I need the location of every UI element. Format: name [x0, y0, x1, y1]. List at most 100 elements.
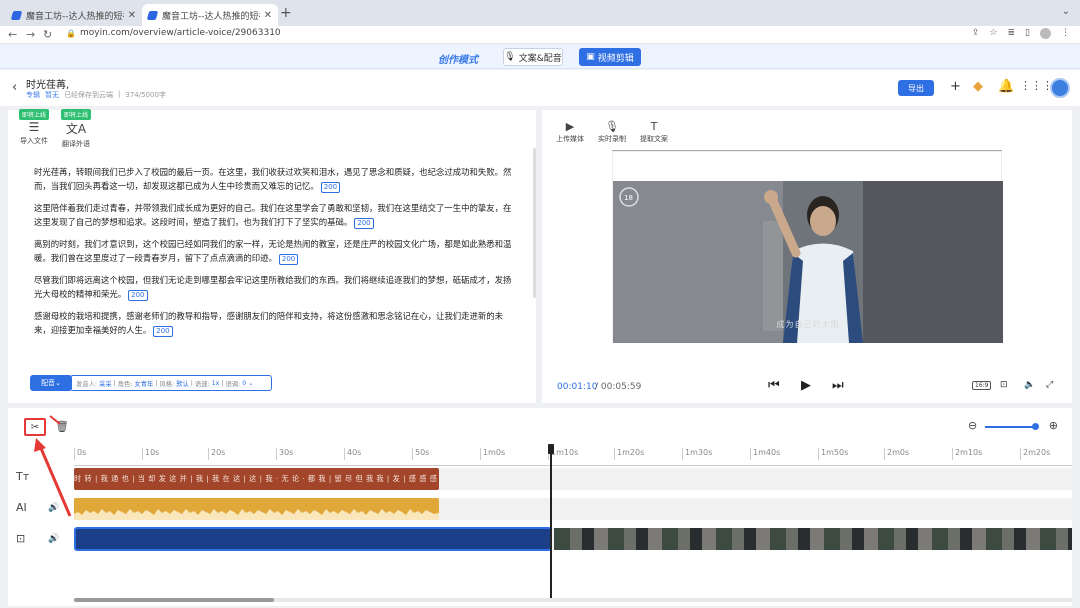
zoom-in-icon[interactable]: ⊕ [1049, 419, 1058, 432]
vip-diamond-icon[interactable]: ◆ [973, 79, 983, 94]
ai-audio-clip[interactable] [74, 498, 439, 520]
close-tab-icon[interactable]: ✕ [128, 10, 136, 21]
menu-dots-icon[interactable]: ⋮ [1061, 28, 1070, 39]
share-icon[interactable]: ⇪ [972, 28, 980, 39]
tool-label: 提取文案 [640, 135, 668, 143]
browser-toolbar: ⇪ ☆ ≣ ▯ ⋮ [972, 28, 1070, 39]
voice-style: 默认 [176, 380, 189, 388]
voice-settings-bar[interactable]: 发音人: 采采 | 角色: 女青年 | 风格: 默认 | 语速: 1x | 语调… [70, 375, 272, 391]
user-avatar[interactable] [1050, 78, 1070, 98]
browser-tab-2[interactable]: 魔音工坊--达人热推的短视频/有 ✕ [142, 4, 278, 26]
video-edit-mode-button[interactable]: ▣ 视频剪辑 [579, 48, 641, 66]
volume-icon[interactable]: 🔊 [48, 534, 59, 544]
dub-button[interactable]: 配音 ⌄ [30, 375, 72, 391]
text-dub-label: 文案&配音 [518, 53, 562, 64]
profile-avatar[interactable] [1040, 28, 1051, 39]
zoom-track[interactable] [985, 426, 1035, 428]
url-input[interactable]: moyin.com/overview/article-voice/2906331… [80, 28, 281, 38]
video-track-icon[interactable]: ⊡ [16, 532, 25, 545]
fullscreen-icon[interactable]: ⤢ [1046, 380, 1053, 390]
video-preview-panel: ▶ 上传媒体 🎙 实时录制 T 提取文案 18 成为自己的太阳 00:01:10… [542, 110, 1072, 403]
apps-grid-icon[interactable]: ⋮⋮⋮ [1020, 79, 1053, 92]
text-dub-mode-button[interactable]: 🎙 文案&配音 [503, 48, 563, 66]
extract-text-tool[interactable]: T 提取文案 [640, 120, 668, 144]
paragraph-text: 感谢母校的栽培和提携，感谢老师们的教导和指导，感谢朋友们的陪伴和支持，将这份感激… [34, 311, 503, 335]
translate-tool[interactable]: 即将上线 文A 翻译外语 [56, 109, 96, 149]
text-track-icon[interactable]: Tт [16, 470, 29, 483]
meta-status[interactable]: 暂无 [45, 90, 59, 100]
skip-forward-icon[interactable]: ⏭ [832, 378, 844, 393]
timeline-panel: ✂ 🗑 ⊖ ⊕ 0s 10s 20s 30s 40s 50s 1m0s 1m10… [8, 408, 1072, 606]
subtitle-toggle-icon[interactable]: ⊡ [1000, 380, 1008, 390]
playhead[interactable] [550, 444, 552, 602]
upload-media-tool[interactable]: ▶ 上传媒体 [556, 120, 584, 144]
delete-trash-icon[interactable]: 🗑 [55, 420, 69, 433]
export-button[interactable]: 导出 [898, 80, 934, 96]
meta-category[interactable]: 专辑 [26, 90, 40, 100]
aspect-ratio-button[interactable]: 16:9 [972, 380, 992, 390]
tool-label: 翻译外语 [62, 140, 90, 148]
video-subtitle: 成为自己的太阳 [776, 320, 840, 329]
paragraph[interactable]: 这里陪伴着我们走过青春，并带领我们成长成为更好的自己。我们在这里学会了勇敢和坚韧… [34, 201, 512, 229]
import-file-tool[interactable]: 即将上线 ☰ 导入文件 [14, 109, 54, 146]
reading-list-icon[interactable]: ≣ [1008, 28, 1016, 39]
text-track[interactable]: 时 转 | 我 通 也 | 当 却 发 这 并 | 我 | 我 在 这 | 这 … [74, 468, 1072, 490]
voice-divider: | [190, 379, 193, 387]
video-track[interactable] [74, 527, 1072, 551]
paragraph-text: 这里陪伴着我们走过青春，并带领我们成长成为更好的自己。我们在这里学会了勇敢和坚韧… [34, 203, 512, 227]
back-icon[interactable]: ← [8, 28, 17, 41]
microphone-icon: 🎙 [504, 52, 516, 62]
upload-media-icon: ▶ [565, 120, 575, 133]
tab-title: 魔音工坊--达人热推的短视频/有 [26, 11, 124, 22]
voice-divider: | [221, 379, 224, 387]
ruler-tick: 40s [344, 448, 361, 460]
tool-label: 实时录制 [598, 135, 626, 143]
mode-bar: 创作模式 🎙 文案&配音 ▣ 视频剪辑 [0, 45, 1080, 69]
aspect-ratio-label: 16:9 [972, 381, 992, 390]
back-chevron-icon[interactable]: ‹ [12, 80, 17, 95]
new-tab-icon[interactable]: + [280, 5, 292, 21]
subtitle-clip[interactable]: 时 转 | 我 通 也 | 当 却 发 这 并 | 我 | 我 在 这 | 这 … [74, 468, 439, 490]
paragraph[interactable]: 尽管我们即将远离这个校园，但我们无论走到哪里都会牢记这里所教给我们的东西。我们将… [34, 273, 512, 301]
bookmark-star-icon[interactable]: ☆ [989, 28, 997, 39]
timeline-zoom-slider[interactable]: ⊖ ⊕ [968, 419, 1058, 434]
current-time: 00:01:10 [557, 382, 598, 392]
tool-label: 上传媒体 [556, 135, 584, 143]
browser-tab-1[interactable]: 魔音工坊--达人热推的短视频/有 ✕ [6, 4, 142, 26]
video-edit-label: 视频剪辑 [597, 53, 634, 64]
reload-icon[interactable]: ↻ [43, 28, 52, 41]
voice-pitch: 0 [242, 379, 247, 387]
dub-label: 配音 [41, 379, 56, 387]
ai-track-icon[interactable]: AI [16, 501, 27, 514]
live-record-tool[interactable]: 🎙 实时录制 [598, 120, 626, 144]
selected-video-clip[interactable] [74, 527, 552, 551]
close-tab-icon[interactable]: ✕ [264, 10, 272, 21]
timeline-scrollbar[interactable] [74, 598, 1072, 602]
ai-audio-track[interactable] [74, 498, 1072, 520]
paragraph[interactable]: 离别的时刻，我们才意识到，这个校园已经如同我们的家一样，无论是热闹的教室，还是庄… [34, 237, 512, 265]
zoom-knob[interactable] [1032, 423, 1039, 430]
skip-back-icon[interactable]: ⏮ [768, 378, 780, 393]
video-thumbnail-strip[interactable] [554, 528, 1072, 550]
tool-label: 导入文件 [20, 137, 48, 145]
paragraph[interactable]: 时光荏苒，转眼间我们已步入了校园的最后一页。在这里，我们收获过欢笑和泪水，遇见了… [34, 165, 512, 193]
sidebar-icon[interactable]: ▯ [1025, 28, 1030, 39]
tab-search-icon[interactable]: ⌄ [1062, 6, 1070, 17]
volume-icon[interactable]: 🔈 [1024, 380, 1035, 390]
play-icon[interactable]: ▶ [801, 378, 811, 393]
bell-icon[interactable]: 🔔 [998, 79, 1014, 94]
paragraph[interactable]: 感谢母校的栽培和提携，感谢老师们的教导和指导，感谢朋友们的陪伴和支持，将这份感激… [34, 309, 512, 337]
voice-divider: | [113, 379, 116, 387]
document-title[interactable]: 时光荏苒, [26, 76, 69, 91]
time-ruler[interactable]: 0s 10s 20s 30s 40s 50s 1m0s 1m10s 1m20s … [74, 448, 1072, 466]
editor-scrollbar[interactable] [533, 148, 536, 298]
forward-icon[interactable]: → [26, 28, 35, 41]
script-text-area[interactable]: 时光荏苒，转眼间我们已步入了校园的最后一页。在这里，我们收获过欢笑和泪水，遇见了… [34, 165, 512, 345]
volume-icon[interactable]: 🔊 [48, 503, 59, 513]
cut-button[interactable]: ✂ [24, 418, 46, 436]
ruler-tick: 2m20s [1020, 448, 1050, 460]
scrollbar-thumb[interactable] [74, 598, 274, 602]
zoom-out-icon[interactable]: ⊖ [968, 419, 977, 432]
plus-icon[interactable]: + [950, 79, 961, 94]
video-canvas[interactable]: 18 成为自己的太阳 [612, 151, 1003, 343]
